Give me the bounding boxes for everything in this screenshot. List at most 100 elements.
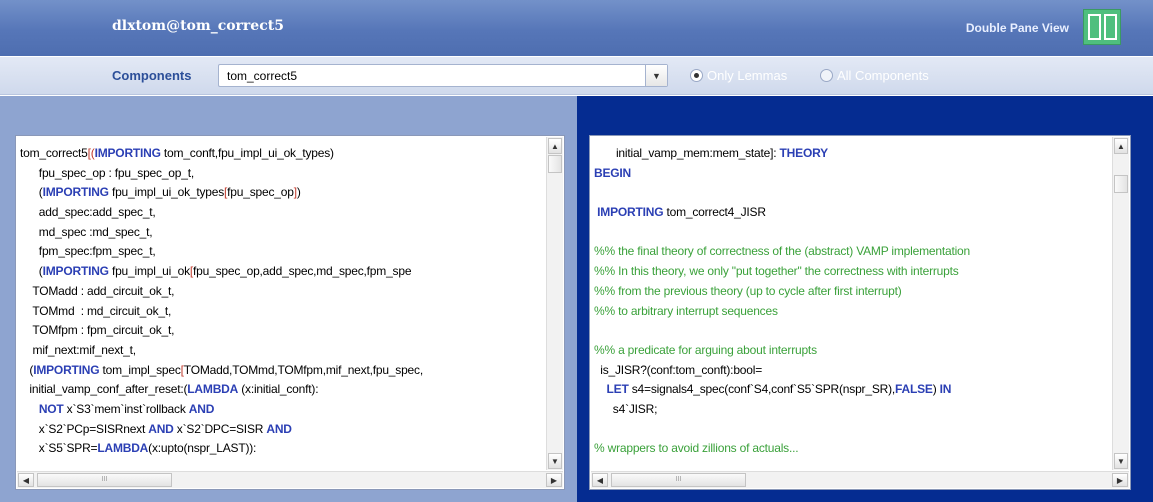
- left-code-view[interactable]: tom_correct5[(IMPORTING tom_conft,fpu_im…: [15, 135, 565, 490]
- code-line: is_JISR?(conf:tom_conft):bool=: [594, 361, 1110, 381]
- scroll-thumb[interactable]: III: [37, 473, 172, 487]
- code-token: fpu_impl_ui_ok: [108, 264, 190, 279]
- code-token: AND: [266, 421, 292, 436]
- components-label: Components: [112, 68, 192, 83]
- scroll-down-icon[interactable]: ▼: [1114, 453, 1128, 469]
- scroll-left-icon[interactable]: ◀: [592, 473, 608, 487]
- code-token: FALSE: [895, 382, 933, 397]
- scroll-right-icon[interactable]: ▶: [546, 473, 562, 487]
- code-token: AND: [148, 421, 174, 436]
- code-token: AND: [188, 401, 215, 416]
- code-line: %% the final theory of correctness of th…: [594, 242, 1110, 262]
- code-token: TOMadd,TOMmd,TOMfpm,mif_next,fpu_spec,: [183, 362, 423, 377]
- code-token: s4=signals4_spec(conf`S4,conf`S5`SPR(nsp…: [628, 382, 896, 397]
- code-token: tom_impl_spec: [99, 362, 181, 377]
- code-token: x`S3`mem`inst`rollback: [63, 401, 189, 416]
- double-pane-icon[interactable]: [1083, 9, 1121, 45]
- code-token: %% In this theory, we only "put together…: [594, 264, 959, 279]
- code-line: x`S2`PCp=SISRnext AND x`S2`DPC=SISR AND: [20, 420, 544, 440]
- code-token: fpu_spec_op : fpu_spec_op_t,: [20, 165, 194, 180]
- radio-only-lemmas-label: Only Lemmas: [707, 68, 788, 83]
- page-title: dlxtom@tom_correct5: [112, 18, 284, 34]
- code-token: (x:initial_conft):: [238, 382, 319, 397]
- code-token: (: [20, 264, 43, 279]
- code-token: x`S2`PCp=SISRnext: [20, 421, 149, 436]
- chevron-down-icon[interactable]: ▼: [645, 65, 667, 86]
- components-toolbar: Components tom_correct5 ▼ Only Lemmas Al…: [0, 57, 1153, 95]
- code-line: (IMPORTING fpu_impl_ui_ok[fpu_spec_op,ad…: [20, 262, 544, 282]
- vertical-scrollbar[interactable]: ▲ ▼: [546, 137, 563, 470]
- code-line: md_spec :md_spec_t,: [20, 223, 544, 243]
- code-token: % wrappers to avoid zillions of actuals.…: [594, 441, 799, 456]
- code-token: ): [932, 382, 940, 397]
- view-mode-label: Double Pane View: [965, 21, 1069, 35]
- code-line: % wrappers to avoid zillions of actuals.…: [594, 439, 1110, 459]
- code-token: IMPORTING: [94, 146, 161, 160]
- code-line: tom_correct5[(IMPORTING tom_conft,fpu_im…: [20, 144, 544, 164]
- horizontal-scrollbar[interactable]: ◀ III ▶: [17, 471, 563, 488]
- code-line: BEGIN: [594, 164, 1110, 184]
- code-line: fpm_spec:fpm_spec_t,: [20, 242, 544, 262]
- radio-all-components[interactable]: All Components: [820, 68, 929, 83]
- code-line: initial_vamp_mem:mem_state]: THEORY: [594, 144, 1110, 164]
- code-token: IMPORTING: [597, 205, 664, 220]
- components-select[interactable]: tom_correct5 ▼: [218, 64, 668, 87]
- code-line: add_spec:add_spec_t,: [20, 203, 544, 223]
- code-token: NOT: [38, 401, 64, 416]
- code-line: %% In this theory, we only "put together…: [594, 262, 1110, 282]
- radio-only-lemmas[interactable]: Only Lemmas: [690, 68, 787, 83]
- vertical-scrollbar[interactable]: ▲ ▼: [1112, 137, 1129, 470]
- code-token: x`S5`SPR=: [20, 441, 98, 456]
- code-token: fpm_spec:fpm_spec_t,: [20, 244, 156, 259]
- code-line: (IMPORTING fpu_impl_ui_ok_types[fpu_spec…: [20, 183, 544, 203]
- code-token: LAMBDA: [187, 382, 239, 397]
- code-line: %% from the previous theory (up to cycle…: [594, 282, 1110, 302]
- code-line: TOMfpm : fpm_circuit_ok_t,: [20, 321, 544, 341]
- code-token: mif_next:mif_next_t,: [20, 342, 137, 357]
- code-line: s4`JISR;: [594, 400, 1110, 420]
- code-token: %% to arbitrary interrupt sequences: [594, 303, 778, 318]
- radio-unselected-icon: [820, 69, 833, 82]
- code-token: tom_correct4_JISR: [663, 205, 766, 220]
- code-token: (x:upto(nspr_LAST)):: [148, 441, 257, 456]
- code-line: %% to arbitrary interrupt sequences: [594, 302, 1110, 322]
- code-token: TOMmd : md_circuit_ok_t,: [20, 303, 172, 318]
- scroll-left-icon[interactable]: ◀: [18, 473, 34, 487]
- scroll-up-icon[interactable]: ▲: [1114, 138, 1128, 154]
- code-token: (: [20, 362, 34, 377]
- components-select-value: tom_correct5: [227, 69, 298, 83]
- code-token: LET: [606, 382, 629, 397]
- code-token: is_JISR?(conf:tom_conft):bool=: [594, 362, 763, 377]
- code-token: BEGIN: [594, 165, 632, 180]
- code-line: %% a predicate for arguing about interru…: [594, 341, 1110, 361]
- scroll-thumb[interactable]: III: [611, 473, 746, 487]
- code-token: ): [296, 185, 301, 200]
- scroll-down-icon[interactable]: ▼: [548, 453, 562, 469]
- code-line: x`S5`SPR=LAMBDA(x:upto(nspr_LAST)):: [20, 439, 544, 459]
- right-code-view[interactable]: initial_vamp_mem:mem_state]: THEORY BEGIN…: [589, 135, 1131, 490]
- code-token: %% the final theory of correctness of th…: [594, 244, 970, 259]
- code-token: add_spec:add_spec_t,: [20, 205, 156, 220]
- code-token: %% from the previous theory (up to cycle…: [594, 283, 902, 298]
- code-token: IN: [939, 382, 952, 397]
- code-token: THEORY: [779, 146, 829, 160]
- scroll-thumb[interactable]: [548, 155, 562, 173]
- code-token: md_spec :md_spec_t,: [20, 224, 153, 239]
- right-code-text: initial_vamp_mem:mem_state]: THEORY BEGIN…: [594, 144, 1110, 459]
- code-line: TOMadd : add_circuit_ok_t,: [20, 282, 544, 302]
- code-token: IMPORTING: [42, 185, 109, 200]
- scroll-thumb[interactable]: [1114, 175, 1128, 193]
- code-line: TOMmd : md_circuit_ok_t,: [20, 302, 544, 322]
- code-token: tom_conft,fpu_impl_ui_ok_types): [160, 146, 334, 160]
- code-token: fpu_spec_op,add_spec,md_spec,fpm_spe: [193, 264, 412, 279]
- horizontal-scrollbar[interactable]: ◀ III ▶: [591, 471, 1129, 488]
- scroll-right-icon[interactable]: ▶: [1112, 473, 1128, 487]
- code-token: TOMfpm : fpm_circuit_ok_t,: [20, 323, 175, 338]
- scroll-up-icon[interactable]: ▲: [548, 138, 562, 154]
